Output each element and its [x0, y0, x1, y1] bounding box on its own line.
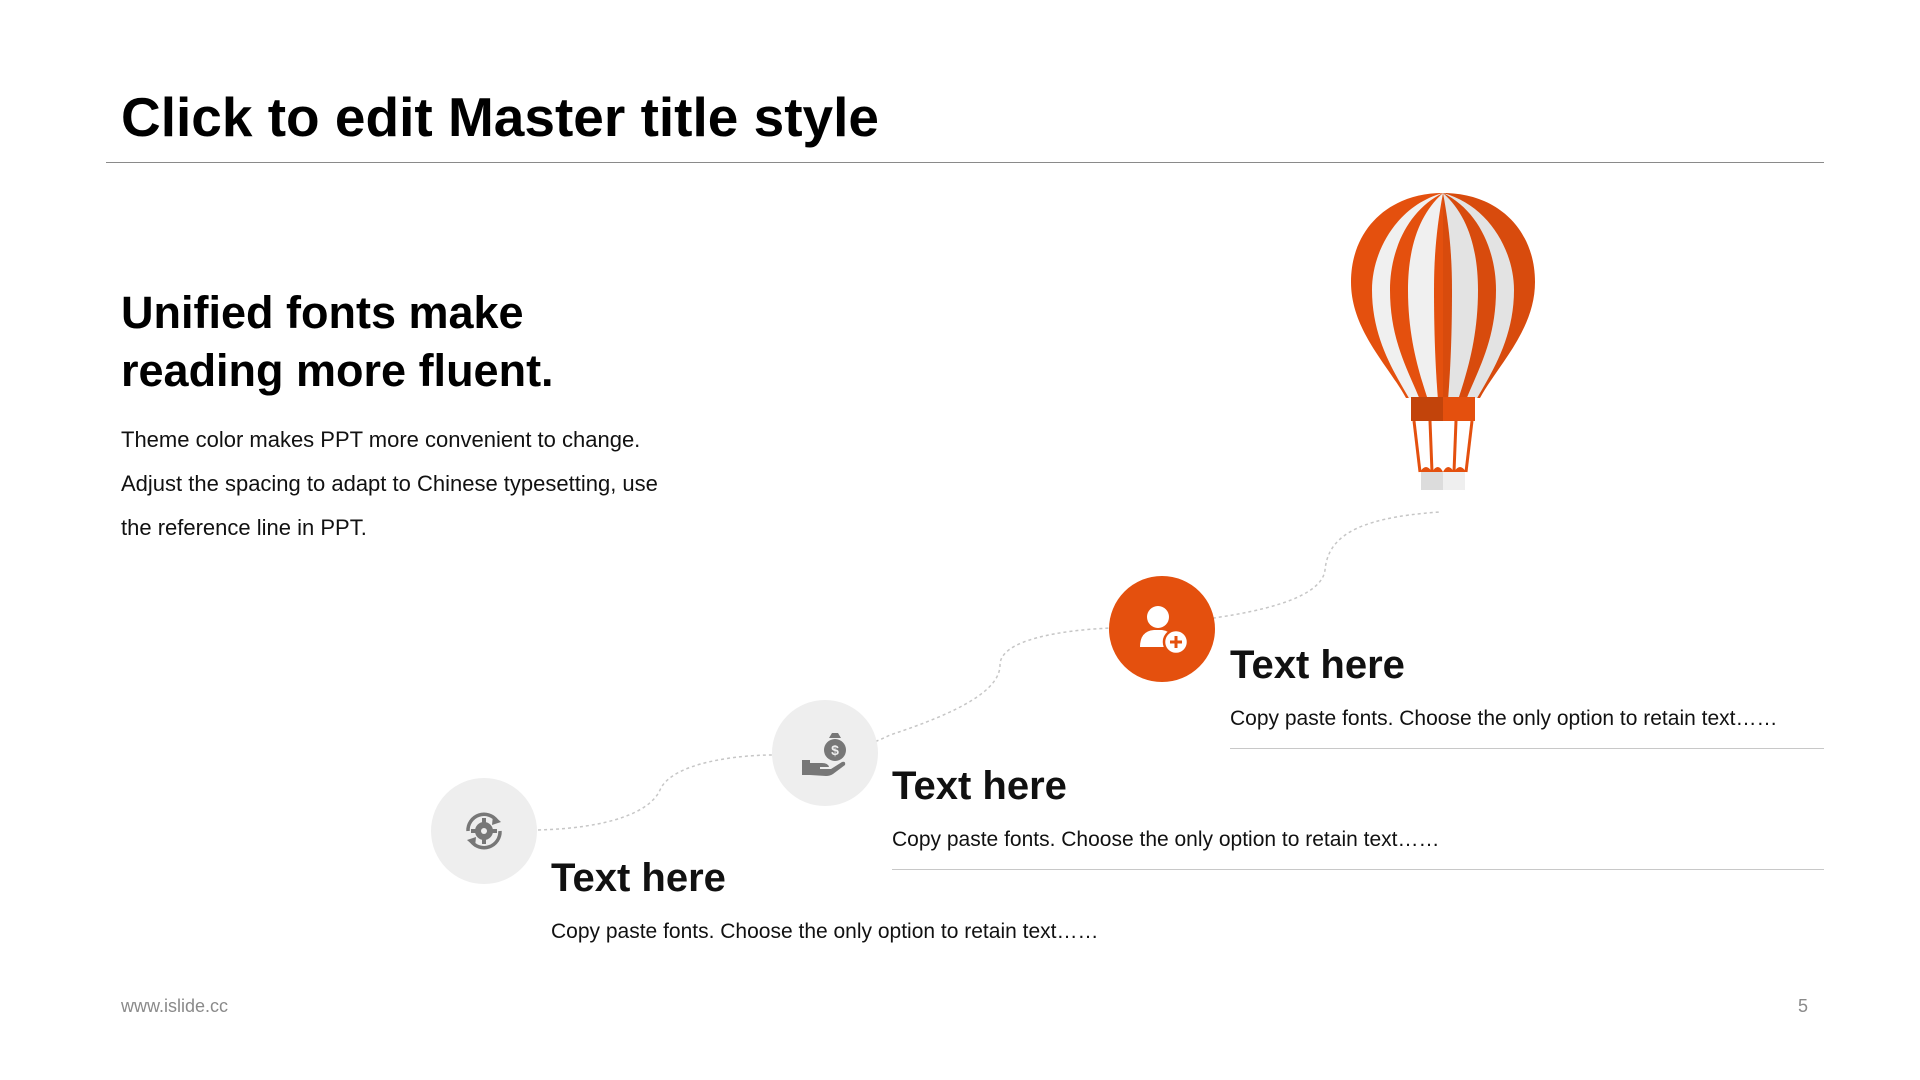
step-3-divider [1230, 748, 1824, 749]
money-hand-icon: $ [802, 733, 846, 776]
page-number: 5 [1798, 996, 1809, 1016]
step-1-title[interactable]: Text here [551, 858, 726, 898]
step-2-divider [892, 869, 1824, 870]
hot-air-balloon-icon [1351, 193, 1535, 490]
step-2-circle[interactable]: $ [772, 700, 878, 806]
footer-url[interactable]: www.islide.cc [121, 996, 228, 1017]
step-3-circle[interactable] [1109, 576, 1215, 682]
path-curve [537, 511, 1441, 831]
svg-text:$: $ [831, 742, 839, 758]
add-user-icon [1140, 606, 1190, 656]
step-2-description[interactable]: Copy paste fonts. Choose the only option… [892, 829, 1439, 850]
step-2-title[interactable]: Text here [892, 766, 1067, 806]
gear-refresh-icon [466, 812, 502, 850]
step-3-description[interactable]: Copy paste fonts. Choose the only option… [1230, 708, 1777, 729]
step-1-circle[interactable] [431, 778, 537, 884]
step-3-title[interactable]: Text here [1230, 645, 1405, 685]
slide: Click to edit Master title style Unified… [0, 0, 1920, 1080]
step-1-description[interactable]: Copy paste fonts. Choose the only option… [551, 921, 1098, 942]
